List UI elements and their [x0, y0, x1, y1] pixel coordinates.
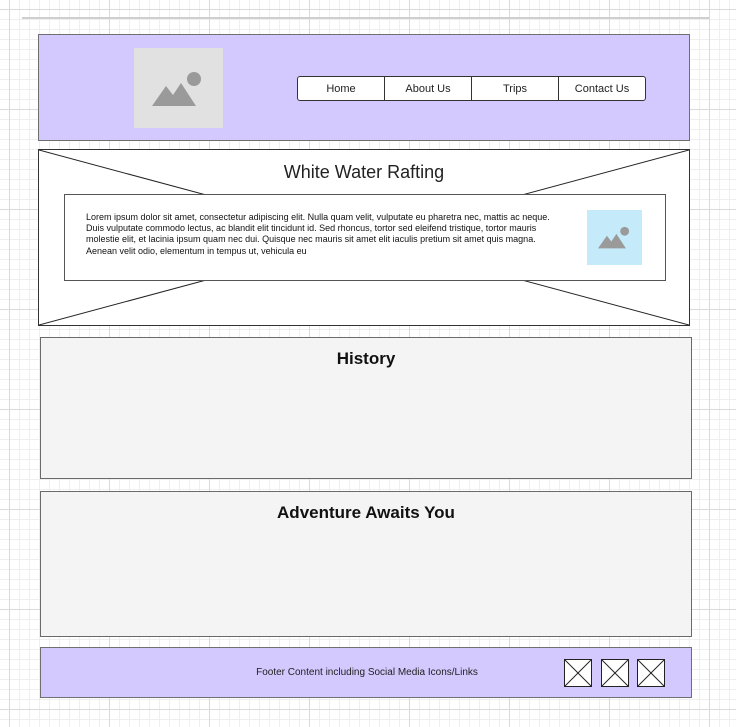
hero-thumbnail[interactable]: [587, 210, 642, 265]
history-section: History: [40, 337, 692, 479]
main-nav: Home About Us Trips Contact Us: [297, 76, 646, 101]
nav-contact-us[interactable]: Contact Us: [558, 77, 645, 100]
site-header: Home About Us Trips Contact Us: [38, 34, 690, 141]
history-title: History: [336, 349, 396, 368]
social-link-3[interactable]: [637, 659, 665, 687]
hero-section: White Water Rafting Lorem ipsum dolor si…: [38, 149, 690, 326]
footer-text: Footer Content including Social Media Ic…: [256, 667, 478, 678]
social-media-placeholder-icon: [601, 659, 629, 687]
social-media-placeholder-icon: [637, 659, 665, 687]
image-placeholder-icon: [152, 72, 201, 106]
nav-home[interactable]: Home: [298, 77, 384, 100]
hero-body-text: Lorem ipsum dolor sit amet, consectetur …: [86, 212, 550, 256]
image-placeholder-icon: [598, 226, 630, 249]
logo-image-placeholder[interactable]: [134, 48, 223, 128]
adventure-title: Adventure Awaits You: [277, 503, 455, 522]
adventure-section: Adventure Awaits You: [40, 491, 692, 637]
nav-about-us[interactable]: About Us: [384, 77, 471, 100]
nav-trips[interactable]: Trips: [471, 77, 558, 100]
canvas-top-edge: [22, 17, 709, 19]
hero-title: White Water Rafting: [283, 162, 445, 182]
hero-content-card: Lorem ipsum dolor sit amet, consectetur …: [64, 194, 666, 281]
social-link-2[interactable]: [601, 659, 629, 687]
site-footer: Footer Content including Social Media Ic…: [40, 647, 692, 698]
social-link-1[interactable]: [564, 659, 592, 687]
social-media-placeholder-icon: [564, 659, 592, 687]
